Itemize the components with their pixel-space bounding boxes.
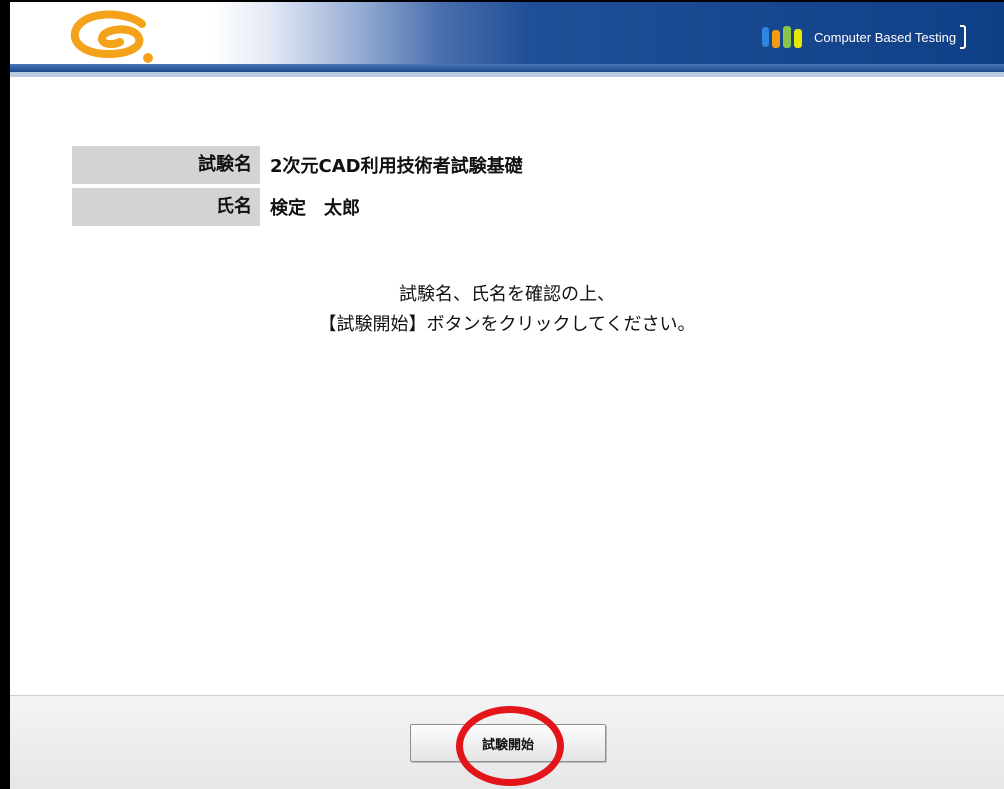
instruction-text: 試験名、氏名を確認の上、 【試験開始】ボタンをクリックしてください。 bbox=[10, 280, 1004, 340]
footer-bar: 試験開始 bbox=[10, 695, 1004, 789]
exam-name-label: 試験名 bbox=[72, 146, 260, 184]
header-bar: Computer Based Testing bbox=[10, 2, 1004, 72]
cbt-people-icon bbox=[762, 26, 802, 48]
instruction-line-2: 【試験開始】ボタンをクリックしてください。 bbox=[318, 314, 696, 335]
candidate-name-label: 氏名 bbox=[72, 188, 260, 226]
candidate-name-value: 検定 太郎 bbox=[270, 198, 360, 219]
badge-bracket bbox=[960, 25, 967, 49]
start-exam-button[interactable]: 試験開始 bbox=[410, 724, 606, 762]
cbt-badge: Computer Based Testing bbox=[758, 24, 967, 50]
exam-name-value: 2次元CAD利用技術者試験基礎 bbox=[270, 156, 523, 177]
candidate-name-row: 氏名 検定 太郎 bbox=[72, 188, 632, 226]
exam-confirmation-screen: Computer Based Testing 試験名 2次元CAD利用技術者試験… bbox=[0, 0, 1004, 789]
exam-info-table: 試験名 2次元CAD利用技術者試験基礎 氏名 検定 太郎 bbox=[72, 146, 632, 230]
instruction-line-1: 試験名、氏名を確認の上、 bbox=[399, 284, 615, 305]
header-underline bbox=[10, 72, 1004, 77]
cbt-s-logo-icon bbox=[70, 10, 153, 63]
cbt-badge-text: Computer Based Testing bbox=[814, 29, 957, 45]
header-stripe bbox=[10, 64, 1004, 72]
exam-name-row: 試験名 2次元CAD利用技術者試験基礎 bbox=[72, 146, 632, 184]
